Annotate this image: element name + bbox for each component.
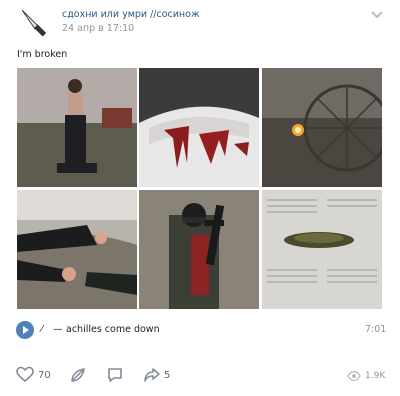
post-header: сдохни или умри //сосинож 24 апр в 17:10 xyxy=(0,0,400,40)
post-actions: 70 5 1.9K xyxy=(0,366,400,390)
comment-icon[interactable] xyxy=(106,366,124,384)
photo-6[interactable] xyxy=(262,190,382,309)
photo-5[interactable] xyxy=(139,190,259,309)
knife-icon xyxy=(21,9,47,37)
eye-icon xyxy=(347,371,361,381)
share-icon[interactable] xyxy=(143,366,161,384)
audio-attachment[interactable]: ⁄ — achilles come down 7:01 xyxy=(0,320,400,342)
heart-icon[interactable] xyxy=(16,366,34,384)
photo-4[interactable] xyxy=(17,190,137,309)
group-name[interactable]: сдохни или умри //сосинож xyxy=(62,9,200,20)
feather-icon[interactable] xyxy=(69,366,87,384)
group-avatar[interactable] xyxy=(16,6,50,40)
like-count: 70 xyxy=(38,370,51,381)
play-icon[interactable] xyxy=(16,321,34,339)
post-date[interactable]: 24 апр в 17:10 xyxy=(62,23,134,34)
chevron-down-icon[interactable] xyxy=(370,10,384,20)
audio-separator: — xyxy=(53,324,63,335)
photo-3[interactable] xyxy=(262,68,382,187)
audio-duration: 7:01 xyxy=(365,324,387,335)
view-count: 1.9K xyxy=(365,371,386,381)
audio-title[interactable]: achilles come down xyxy=(66,324,160,335)
photo-2[interactable] xyxy=(139,68,259,187)
audio-artist[interactable]: ⁄ xyxy=(41,324,43,335)
post-text: I'm broken xyxy=(17,49,68,60)
photo-1[interactable] xyxy=(17,68,137,187)
share-count: 5 xyxy=(164,370,171,381)
